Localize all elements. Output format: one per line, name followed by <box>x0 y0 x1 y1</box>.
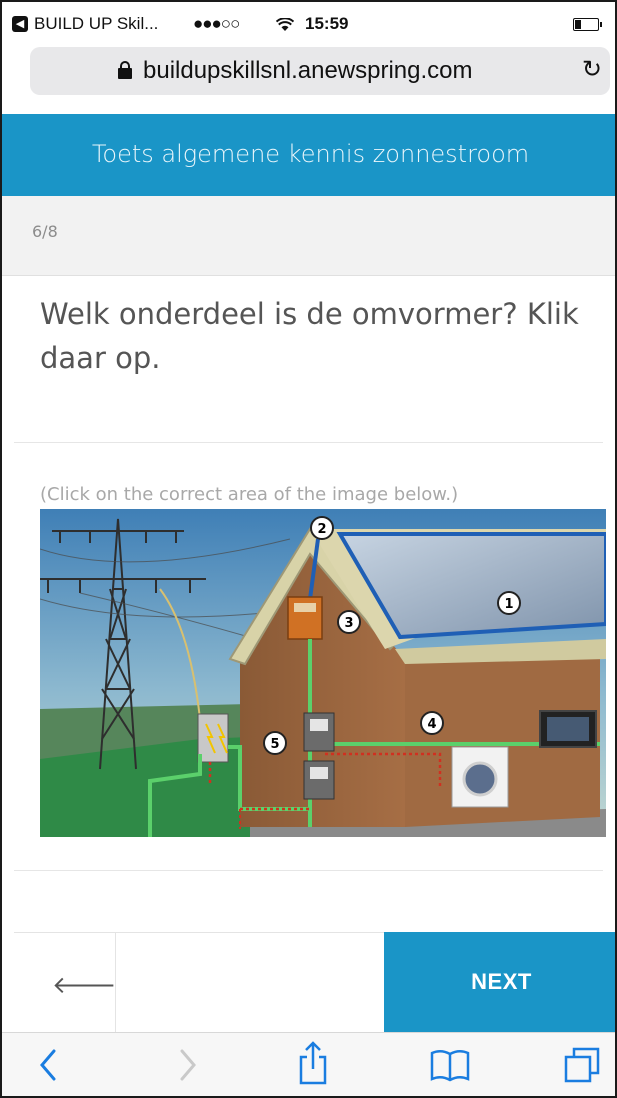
wifi-icon <box>275 17 295 37</box>
book-icon[interactable] <box>430 1045 470 1085</box>
share-icon[interactable] <box>298 1041 328 1085</box>
reload-icon[interactable]: ↻ <box>582 55 602 84</box>
progress-band: 6/8 <box>2 196 615 276</box>
back-to-app-icon[interactable]: ◀ <box>12 16 28 32</box>
device-frame: ◀ BUILD UP Skil... ●●●○○ 15:59 buildupsk… <box>0 0 617 1098</box>
next-button[interactable]: NEXT <box>384 932 615 1032</box>
page-title: Toets algemene kennis zonnestroom <box>91 140 530 168</box>
divider <box>14 442 603 443</box>
status-bar: ◀ BUILD UP Skil... ●●●○○ 15:59 <box>12 14 603 38</box>
chevron-right-icon[interactable] <box>178 1045 198 1085</box>
divider <box>14 870 603 871</box>
back-app-label[interactable]: BUILD UP Skil... <box>34 14 158 34</box>
question-text: Welk onderdeel is de omvormer? Klik daar… <box>40 297 579 375</box>
image-label-1: 1 <box>504 597 513 612</box>
lock-icon <box>118 61 132 79</box>
progress-counter: 6/8 <box>32 222 58 241</box>
clock: 15:59 <box>305 14 349 33</box>
chevron-left-icon[interactable] <box>38 1045 58 1085</box>
image-label-5: 5 <box>270 737 279 752</box>
browser-toolbar <box>2 1032 615 1096</box>
hotspot-image[interactable]: 1 2 3 4 5 <box>40 509 606 837</box>
image-label-2: 2 <box>317 522 326 537</box>
address-bar[interactable]: buildupskillsnl.anewspring.com ↻ <box>30 47 610 95</box>
arrow-left-icon: 🡐 <box>52 971 117 999</box>
previous-button[interactable]: 🡐 <box>14 932 116 1032</box>
solar-house-illustration[interactable]: 1 2 3 4 5 <box>40 509 606 837</box>
image-label-3: 3 <box>344 616 353 631</box>
instruction-text: (Click on the correct area of the image … <box>40 484 459 505</box>
nav-spacer <box>116 932 384 1032</box>
image-label-4: 4 <box>427 717 436 732</box>
url-text[interactable]: buildupskillsnl.anewspring.com <box>143 57 473 85</box>
battery-icon <box>573 18 602 31</box>
quiz-header: Toets algemene kennis zonnestroom <box>2 114 615 196</box>
tabs-icon[interactable] <box>564 1045 602 1085</box>
signal-indicator: ●●●○○ <box>193 14 240 33</box>
